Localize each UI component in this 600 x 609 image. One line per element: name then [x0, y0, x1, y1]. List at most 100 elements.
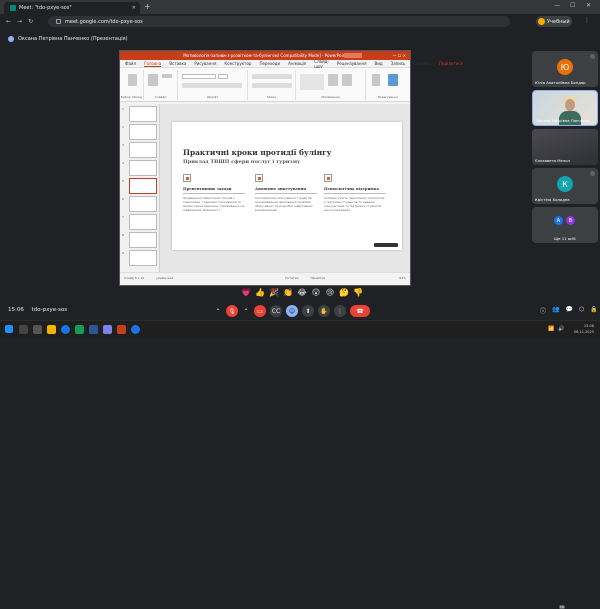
editing-icon[interactable]	[372, 74, 380, 86]
audio-options-chevron-icon[interactable]: ⌃	[214, 305, 222, 317]
tab-view[interactable]: Вид	[375, 61, 383, 66]
browser-tab[interactable]: Meet: "tdo-pxye-sos" ✕	[4, 2, 140, 14]
designer-icon[interactable]	[388, 74, 398, 86]
slide-thumbnail[interactable]	[129, 106, 157, 122]
new-tab-icon[interactable]: +	[144, 2, 151, 11]
reaction-sad[interactable]: 😢	[324, 288, 336, 297]
tab-slideshow[interactable]: Слайд-шоу	[314, 59, 329, 69]
chrome-icon[interactable]	[131, 325, 140, 334]
tab-insert[interactable]: Вставка	[169, 61, 186, 66]
present-button[interactable]: ⬆	[302, 305, 314, 317]
word-icon[interactable]	[89, 325, 98, 334]
leave-call-button[interactable]: ☎	[350, 305, 370, 317]
comments-button[interactable]: Примітки	[310, 276, 325, 280]
call-controls: ⌃ 🎙 ⌃ ▭ CC ☺ ⬆ ✋ ⋮ ☎	[214, 304, 370, 318]
tab-help[interactable]: Справка	[413, 61, 431, 66]
app-icon[interactable]	[75, 325, 84, 334]
captions-button[interactable]: CC	[270, 305, 282, 317]
reaction-clap[interactable]: 👏	[282, 288, 294, 297]
volume-icon[interactable]: 🔊	[558, 326, 564, 332]
slide-thumbnail[interactable]	[129, 250, 157, 266]
people-icon[interactable]: 👥	[552, 306, 559, 315]
align-buttons[interactable]	[252, 83, 292, 88]
arrange-icon[interactable]	[328, 74, 338, 86]
shapes-gallery[interactable]	[300, 74, 324, 90]
task-view-icon[interactable]	[33, 325, 42, 334]
slide-thumbnail[interactable]	[129, 196, 157, 212]
site-info-icon[interactable]	[56, 19, 61, 24]
host-controls-icon[interactable]: 🔒	[590, 306, 597, 315]
slide-thumbnail[interactable]	[129, 142, 157, 158]
meeting-code: tdo-pxye-sos	[31, 307, 68, 313]
new-slide-icon[interactable]	[148, 74, 158, 86]
search-box[interactable]	[344, 53, 362, 58]
font-format-buttons[interactable]	[182, 83, 242, 88]
reaction-laugh[interactable]: 😂	[296, 288, 308, 297]
reload-icon[interactable]: ↻	[28, 18, 33, 25]
reaction-party[interactable]: 🎉	[268, 288, 280, 297]
slide-thumbnail[interactable]	[129, 124, 157, 140]
forward-icon[interactable]: →	[17, 18, 22, 25]
tab-file[interactable]: Файл	[125, 61, 136, 66]
slide-thumbnail[interactable]	[129, 232, 157, 248]
slide-thumbnail-selected[interactable]	[129, 178, 157, 194]
minimize-icon[interactable]: —	[554, 2, 560, 9]
participant-tile-speaking[interactable]: Оксана Петрівна Панченко	[532, 90, 598, 126]
more-options-button[interactable]: ⋮	[334, 305, 346, 317]
chat-icon[interactable]: 💬	[566, 306, 573, 315]
back-icon[interactable]: ←	[6, 18, 11, 25]
tab-review[interactable]: Рецензування	[337, 61, 367, 66]
tab-record[interactable]: Запись	[391, 61, 406, 66]
raise-hand-button[interactable]: ✋	[318, 305, 330, 317]
tab-home[interactable]: Головна	[144, 61, 162, 67]
slide-canvas[interactable]: Практичні кроки протидії булінгу Приклад…	[172, 122, 402, 250]
reaction-thinking[interactable]: 🤔	[338, 288, 350, 297]
quick-styles-icon[interactable]	[342, 74, 352, 86]
layout-icon[interactable]	[162, 74, 172, 78]
reaction-thumbs-down[interactable]: 👎	[352, 288, 364, 297]
font-size-select[interactable]	[218, 74, 228, 79]
activities-icon[interactable]: ⬡	[579, 306, 584, 315]
reaction-heart[interactable]: 💗	[240, 288, 252, 297]
video-options-chevron-icon[interactable]: ⌃	[242, 305, 250, 317]
omnibox[interactable]: meet.google.com/tdo-pxye-sos	[48, 16, 510, 27]
notes-button[interactable]: Нотатки	[285, 276, 298, 280]
clock[interactable]: 15:06 06.11.2025	[574, 323, 594, 335]
more-participants-tile[interactable]: А В Ще 11 осіб	[532, 207, 598, 243]
start-icon[interactable]	[5, 325, 13, 333]
language-indicator[interactable]: українська	[156, 276, 173, 280]
profile-button[interactable]: Учебный	[536, 16, 572, 27]
slide-thumbnail[interactable]	[129, 214, 157, 230]
camera-off-button[interactable]: ▭	[254, 305, 266, 317]
powerpoint-icon[interactable]	[117, 325, 126, 334]
slide-thumbnail[interactable]	[129, 160, 157, 176]
participant-tile[interactable]: Єлизавета Мельн	[532, 129, 598, 165]
info-icon[interactable]: ⓘ	[540, 306, 546, 315]
editor-area: 1 2 3 4 5 6 7 8 9 Практичні кроки протид…	[120, 104, 410, 272]
list-buttons[interactable]	[252, 74, 292, 79]
browser-menu-icon[interactable]: ⋮	[584, 17, 590, 24]
close-window-icon[interactable]: ✕	[586, 2, 591, 9]
tab-design[interactable]: Конструктор	[224, 61, 251, 66]
close-tab-icon[interactable]: ✕	[132, 5, 136, 11]
file-explorer-icon[interactable]	[47, 325, 56, 334]
search-icon[interactable]	[19, 325, 28, 334]
teams-icon[interactable]	[103, 325, 112, 334]
participant-tile[interactable]: Ю Юлія Анатоліївна Бондар	[532, 51, 598, 87]
maximize-icon[interactable]: ☐	[570, 2, 575, 9]
tab-transitions[interactable]: Переходи	[259, 61, 280, 66]
participant-tile[interactable]: К Крістіна Холодна	[532, 168, 598, 204]
share-button[interactable]: Поділитися	[439, 61, 463, 66]
zoom-level[interactable]: 64%	[399, 276, 406, 280]
tab-draw[interactable]: Рисування	[194, 61, 216, 66]
reaction-surprised[interactable]: 😮	[310, 288, 322, 297]
mic-off-button[interactable]: 🎙	[226, 305, 238, 317]
reaction-thumbs-up[interactable]: 👍	[254, 288, 266, 297]
emoji-button[interactable]: ☺	[286, 305, 298, 317]
tab-animations[interactable]: Анімація	[288, 61, 306, 66]
network-icon[interactable]: 📶	[548, 326, 554, 332]
paragraph-group: Абзац	[248, 70, 296, 100]
font-name-select[interactable]	[182, 74, 216, 79]
chrome-icon[interactable]	[61, 325, 70, 334]
paste-icon[interactable]	[128, 74, 137, 86]
